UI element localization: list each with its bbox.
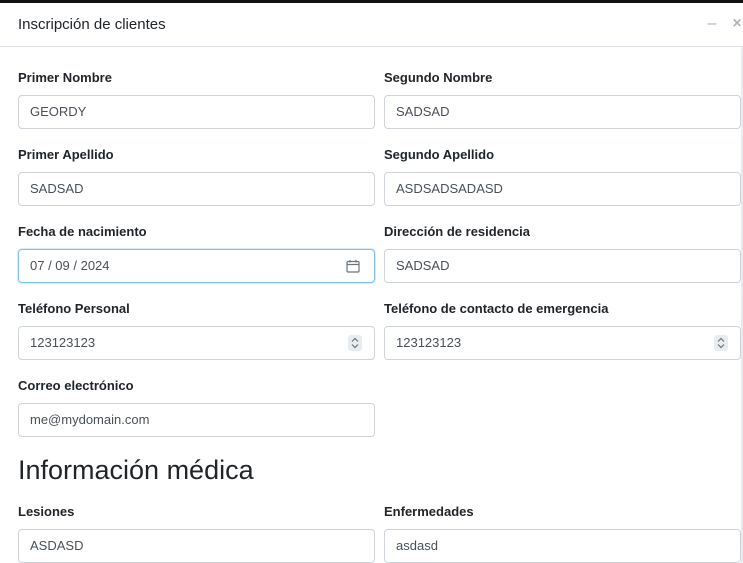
direccion-value: SADSAD <box>396 258 450 273</box>
segundo-apellido-label: Segundo Apellido <box>384 147 495 162</box>
segundo-apellido-input[interactable]: ASDSADSADASD <box>384 172 741 206</box>
telefono-personal-input[interactable]: 123123123 <box>18 326 375 360</box>
correo-value: me@mydomain.com <box>30 412 150 427</box>
correo-label: Correo electrónico <box>18 378 134 393</box>
direccion-input[interactable]: SADSAD <box>384 249 741 283</box>
telefono-personal-value: 123123123 <box>30 335 96 350</box>
correo-input[interactable]: me@mydomain.com <box>18 403 375 437</box>
direccion-label: Dirección de residencia <box>384 224 530 239</box>
segundo-apellido-value: ASDSADSADASD <box>396 181 503 196</box>
segundo-nombre-value: SADSAD <box>396 104 450 119</box>
fecha-nacimiento-value: 07 / 09 / 2024 <box>30 258 110 273</box>
modal-header: Inscripción de clientes – × <box>0 3 743 47</box>
primer-nombre-label: Primer Nombre <box>18 70 112 85</box>
segundo-nombre-input[interactable]: SADSAD <box>384 95 741 129</box>
close-icon[interactable]: × <box>729 14 743 34</box>
segundo-nombre-label: Segundo Nombre <box>384 70 493 85</box>
primer-apellido-value: SADSAD <box>30 181 84 196</box>
enfermedades-label: Enfermedades <box>384 504 474 519</box>
spinner-icon[interactable] <box>714 335 728 351</box>
lesiones-value: ASDASD <box>30 538 84 553</box>
enfermedades-input[interactable]: asdasd <box>384 529 741 563</box>
telefono-emergencia-label: Teléfono de contacto de emergencia <box>384 301 609 316</box>
primer-nombre-value: GEORDY <box>30 104 87 119</box>
lesiones-label: Lesiones <box>18 504 75 519</box>
primer-apellido-label: Primer Apellido <box>18 147 114 162</box>
telefono-emergencia-input[interactable]: 123123123 <box>384 326 741 360</box>
telefono-emergencia-value: 123123123 <box>396 335 462 350</box>
calendar-icon[interactable] <box>346 259 360 273</box>
primer-nombre-input[interactable]: GEORDY <box>18 95 375 129</box>
medical-section-title: Información médica <box>18 455 254 485</box>
minimize-icon[interactable]: – <box>704 14 720 34</box>
lesiones-input[interactable]: ASDASD <box>18 529 375 563</box>
modal-title: Inscripción de clientes <box>18 16 166 33</box>
fecha-nacimiento-label: Fecha de nacimiento <box>18 224 147 239</box>
fecha-nacimiento-input[interactable]: 07 / 09 / 2024 <box>18 249 375 283</box>
spinner-icon[interactable] <box>348 335 362 351</box>
enfermedades-value: asdasd <box>396 538 438 553</box>
primer-apellido-input[interactable]: SADSAD <box>18 172 375 206</box>
telefono-personal-label: Teléfono Personal <box>18 301 130 316</box>
